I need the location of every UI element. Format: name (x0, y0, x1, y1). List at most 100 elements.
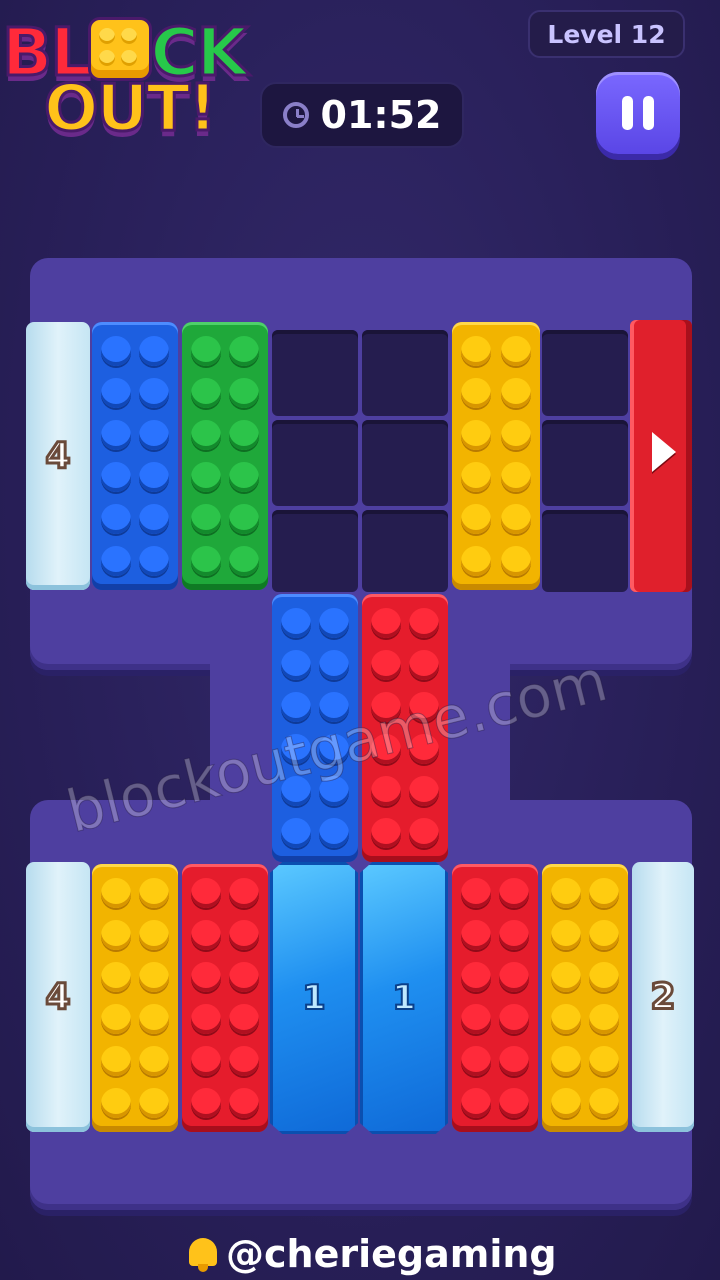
empty-cell[interactable] (542, 330, 628, 416)
lego-stud (461, 378, 491, 408)
lego-stud (409, 650, 439, 680)
yellow-block[interactable] (92, 864, 178, 1132)
arrow-right-icon (652, 432, 676, 472)
red-block[interactable] (452, 864, 538, 1132)
empty-cell[interactable] (362, 510, 448, 592)
lego-stud (101, 336, 131, 366)
bell-icon (186, 1236, 220, 1272)
empty-cell[interactable] (542, 510, 628, 592)
blue-gem-block[interactable]: 1 (360, 862, 448, 1134)
lego-stud (499, 920, 529, 950)
empty-cell[interactable] (362, 420, 448, 506)
lego-stud (229, 1046, 259, 1076)
lego-stud (589, 1004, 619, 1034)
lego-stud (101, 420, 131, 450)
lego-stud (319, 608, 349, 638)
gem-counter: 1 (391, 977, 417, 1019)
red-exit-gate (630, 320, 692, 592)
red-block[interactable] (182, 864, 268, 1132)
pause-button[interactable] (596, 72, 680, 154)
level-badge: Level 12 (528, 10, 685, 58)
lego-stud (461, 1088, 491, 1118)
lego-stud (589, 878, 619, 908)
lego-stud (229, 1004, 259, 1034)
lego-stud (461, 546, 491, 576)
ice-wall-top-left: 4 (26, 322, 90, 590)
lego-stud (499, 962, 529, 992)
lego-stud (551, 1004, 581, 1034)
lego-stud (461, 336, 491, 366)
empty-cell[interactable] (272, 330, 358, 416)
lego-stud (139, 504, 169, 534)
lego-stud (191, 546, 221, 576)
lego-stud (409, 818, 439, 848)
lego-stud (281, 608, 311, 638)
lego-stud (139, 420, 169, 450)
lego-stud (101, 1088, 131, 1118)
lego-stud (191, 462, 221, 492)
lego-stud (371, 818, 401, 848)
green-block[interactable] (182, 322, 268, 590)
lego-stud (281, 650, 311, 680)
blue-gem-block[interactable]: 1 (270, 862, 358, 1134)
lego-stud (501, 420, 531, 450)
lego-stud (139, 546, 169, 576)
lego-stud (101, 1046, 131, 1076)
empty-cell[interactable] (542, 420, 628, 506)
lego-stud (191, 920, 221, 950)
lego-stud (371, 650, 401, 680)
lego-stud (229, 1088, 259, 1118)
lego-stud (409, 608, 439, 638)
lego-stud (551, 920, 581, 950)
lego-stud (101, 878, 131, 908)
lego-stud (191, 336, 221, 366)
lego-stud (319, 650, 349, 680)
lego-stud (461, 962, 491, 992)
lego-stud (229, 462, 259, 492)
lego-stud (551, 878, 581, 908)
lego-stud (191, 962, 221, 992)
lego-stud (501, 336, 531, 366)
empty-cell[interactable] (362, 330, 448, 416)
lego-stud (499, 1004, 529, 1034)
lego-stud (229, 504, 259, 534)
pause-icon (622, 96, 633, 130)
lego-stud (589, 962, 619, 992)
lego-stud (589, 1088, 619, 1118)
lego-stud (139, 1088, 169, 1118)
lego-stud (101, 504, 131, 534)
lego-stud (501, 462, 531, 492)
clock-icon (282, 102, 309, 128)
lego-stud (409, 776, 439, 806)
yellow-block[interactable] (452, 322, 540, 590)
wall-counter: 2 (649, 975, 677, 1019)
creator-handle: @cheriegaming (186, 1232, 557, 1276)
lego-stud (229, 378, 259, 408)
lego-stud (461, 1004, 491, 1034)
lego-stud (101, 462, 131, 492)
lego-stud (229, 920, 259, 950)
lego-stud (551, 962, 581, 992)
handle-text: @cheriegaming (226, 1232, 557, 1276)
lego-stud (139, 1046, 169, 1076)
lego-stud (229, 546, 259, 576)
lego-stud (461, 504, 491, 534)
wall-counter: 4 (44, 975, 72, 1019)
lego-stud (371, 608, 401, 638)
lego-stud (191, 1004, 221, 1034)
lego-stud (461, 878, 491, 908)
lego-stud (139, 336, 169, 366)
lego-stud (101, 920, 131, 950)
empty-cell[interactable] (272, 420, 358, 506)
lego-stud (101, 546, 131, 576)
blue-block[interactable] (92, 322, 178, 590)
lego-stud (499, 878, 529, 908)
lego-stud (229, 962, 259, 992)
lego-stud (139, 878, 169, 908)
lego-stud (139, 1004, 169, 1034)
empty-cell[interactable] (272, 510, 358, 592)
gem-counter: 1 (301, 977, 327, 1019)
lego-stud (461, 920, 491, 950)
yellow-block[interactable] (542, 864, 628, 1132)
lego-stud (589, 1046, 619, 1076)
